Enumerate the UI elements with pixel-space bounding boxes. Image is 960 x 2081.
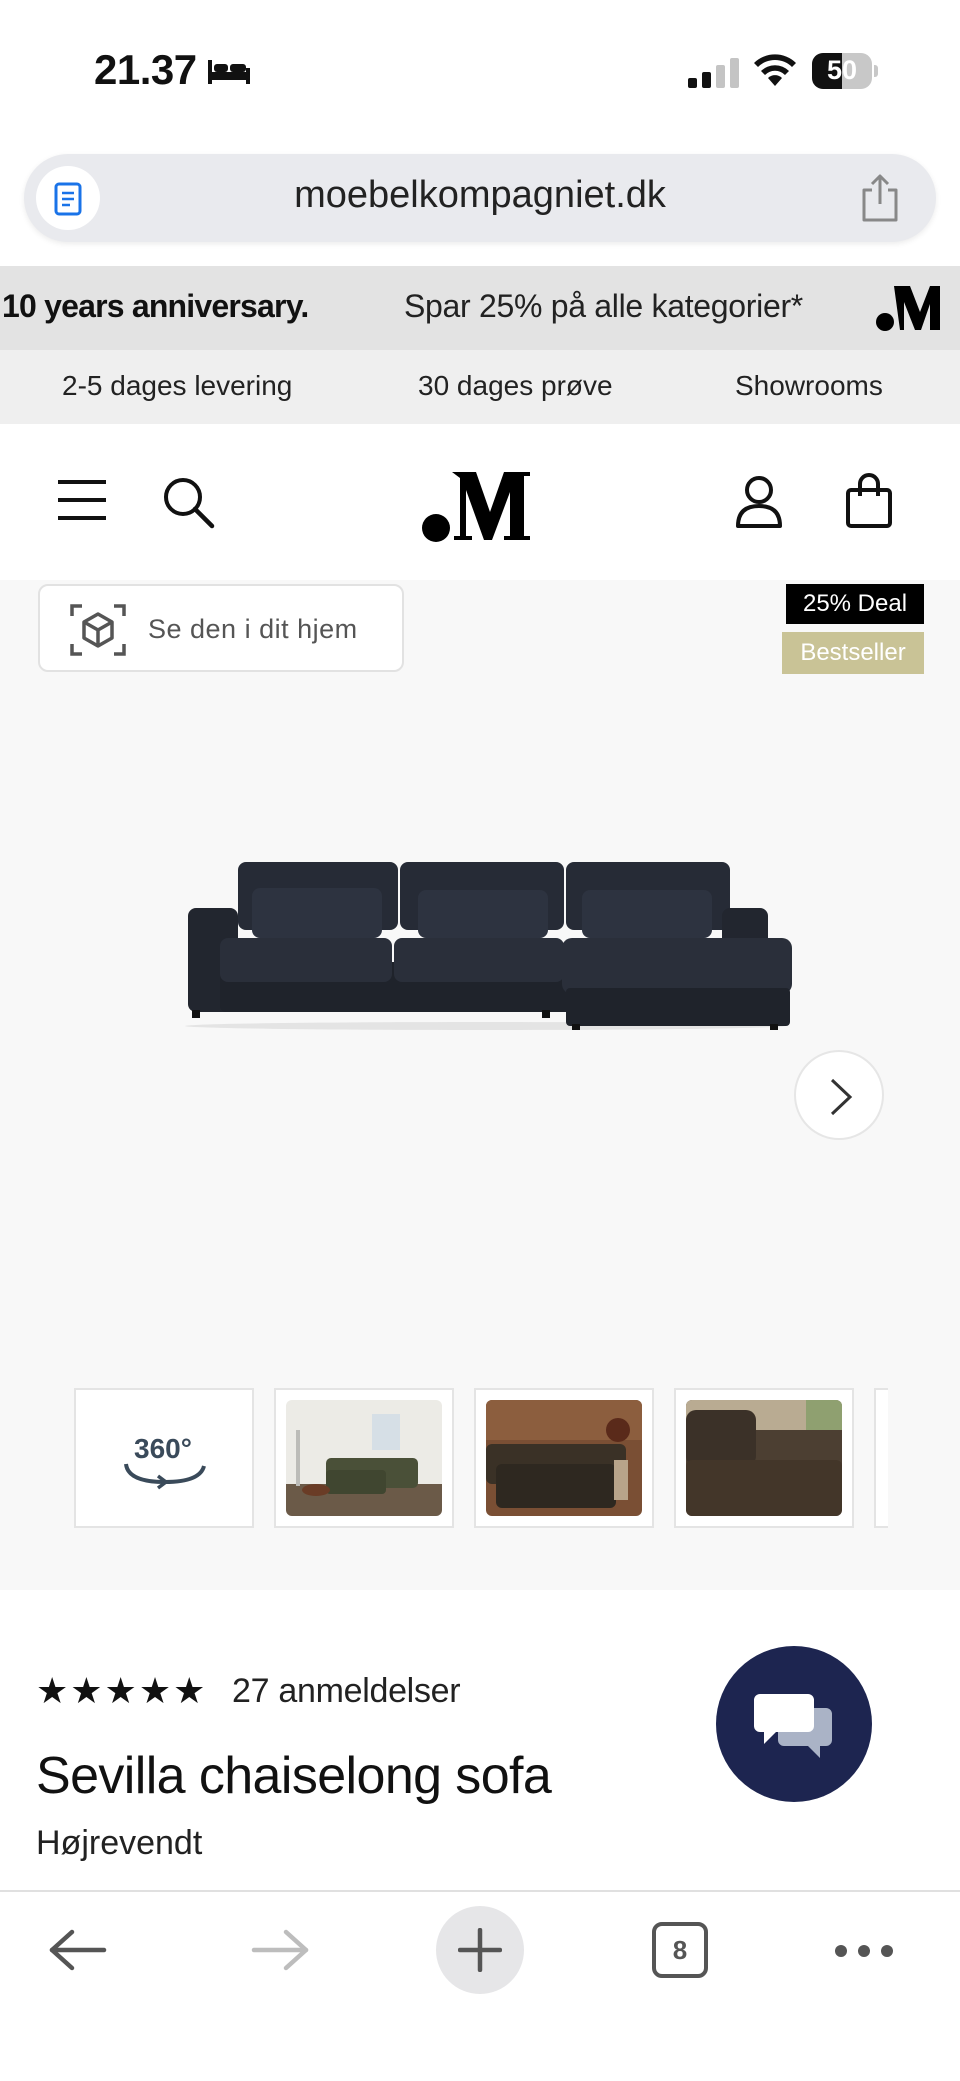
next-image-button[interactable] xyxy=(794,1050,884,1140)
site-header xyxy=(0,424,960,580)
ar-cube-icon xyxy=(70,604,126,656)
thumbnail-strip: 360° xyxy=(72,1388,888,1530)
review-count[interactable]: 27 anmeldelser xyxy=(232,1672,461,1711)
rating-stars[interactable]: ★★★★★ xyxy=(36,1670,207,1712)
status-bar: 21.37 50 xyxy=(0,0,960,140)
browser-toolbar: 8 xyxy=(0,1890,960,2081)
search-icon[interactable] xyxy=(160,474,216,530)
tab-switcher-button[interactable]: 8 xyxy=(652,1922,708,1978)
account-icon[interactable] xyxy=(734,474,784,530)
product-info: ★★★★★ 27 anmeldelser Sevilla chaiselong … xyxy=(0,1590,960,1890)
thumbnail-photo-livingroom xyxy=(286,1400,442,1516)
chat-bubbles-icon xyxy=(754,1694,832,1758)
menu-icon[interactable] xyxy=(56,478,108,522)
view-in-room-label: Se den i dit hjem xyxy=(148,614,358,644)
product-variant: Højrevendt xyxy=(36,1824,203,1862)
thumbnail-photo-warm-room xyxy=(486,1400,642,1516)
status-time: 21.37 xyxy=(94,46,197,93)
view-in-room-button[interactable]: Se den i dit hjem xyxy=(38,584,404,672)
plus-icon xyxy=(458,1928,502,1972)
site-logo-icon[interactable] xyxy=(420,466,540,546)
anniversary-text: 10 years anniversary. xyxy=(2,288,309,324)
product-image-sofa[interactable] xyxy=(170,850,800,1030)
new-tab-button[interactable] xyxy=(436,1906,524,1994)
battery-percent: 50 xyxy=(826,55,858,85)
thumbnail-360-label: 360° xyxy=(134,1433,192,1464)
thumbnail-image[interactable] xyxy=(474,1388,654,1528)
back-arrow-icon[interactable] xyxy=(48,1928,108,1972)
product-gallery: Se den i dit hjem 25% Deal Bestseller 36… xyxy=(0,580,960,1590)
promo-banner[interactable]: 10 years anniversary. Spar 25% på alle k… xyxy=(0,266,960,350)
thumbnail-photo-closeup xyxy=(686,1400,842,1516)
promo-offer-text[interactable]: Spar 25% på alle kategorier* xyxy=(404,288,803,325)
signal-icon xyxy=(688,58,739,88)
bed-icon xyxy=(208,60,250,84)
thumbnail-360[interactable]: 360° xyxy=(74,1388,254,1528)
usp-trial: 30 dages prøve xyxy=(418,370,613,401)
battery-indicator: 50 xyxy=(812,53,878,89)
chat-button[interactable] xyxy=(716,1646,872,1802)
deal-badge: 25% Deal xyxy=(786,584,924,624)
thumbnail-image[interactable] xyxy=(874,1388,888,1528)
bestseller-badge: Bestseller xyxy=(782,632,924,674)
share-icon[interactable] xyxy=(854,172,906,224)
forward-arrow-icon[interactable] xyxy=(250,1928,310,1972)
usp-delivery: 2-5 dages levering xyxy=(62,370,293,401)
rotate-360-icon: 360° xyxy=(120,1432,210,1497)
url-text[interactable]: moebelkompagniet.dk xyxy=(24,174,936,217)
address-bar[interactable]: moebelkompagniet.dk xyxy=(24,154,936,242)
usp-showrooms[interactable]: Showrooms xyxy=(735,370,883,402)
thumbnail-image[interactable] xyxy=(274,1388,454,1528)
usp-bar: 2-5 dages levering 30 dages prøve Showro… xyxy=(0,350,960,424)
wifi-icon xyxy=(754,54,796,86)
more-options-icon[interactable] xyxy=(834,1944,894,1958)
brand-logo-icon xyxy=(876,286,940,331)
product-title: Sevilla chaiselong sofa xyxy=(36,1747,552,1805)
chevron-right-icon xyxy=(830,1078,853,1116)
cart-bag-icon[interactable] xyxy=(844,472,894,530)
thumbnail-image[interactable] xyxy=(674,1388,854,1528)
